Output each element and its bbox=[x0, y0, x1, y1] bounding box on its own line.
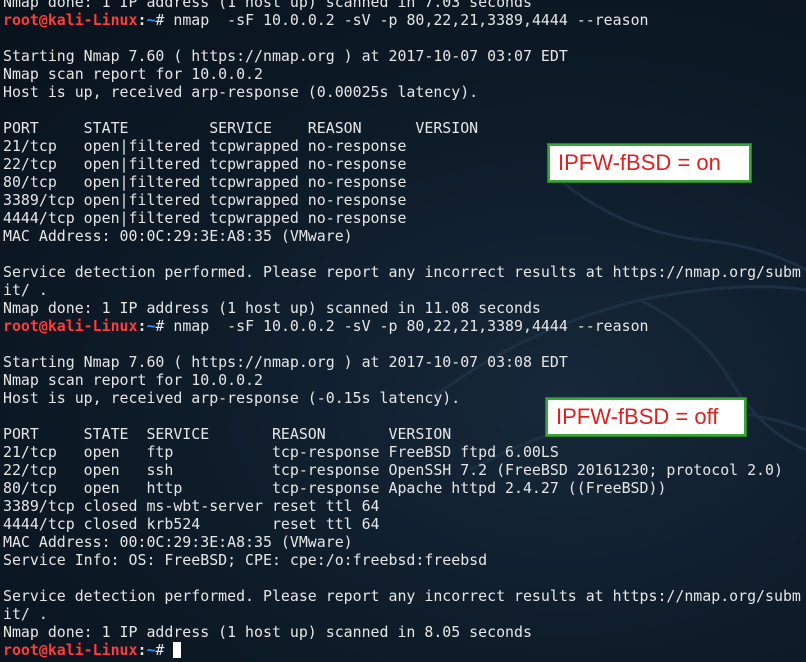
output-line: Starting Nmap 7.60 ( https://nmap.org ) … bbox=[3, 353, 568, 371]
output-line: it/ . bbox=[3, 605, 48, 623]
output-line: 21/tcp open ftp tcp-response FreeBSD ftp… bbox=[3, 443, 559, 461]
output-line: 4444/tcp open|filtered tcpwrapped no-res… bbox=[3, 209, 407, 227]
output-line: MAC Address: 00:0C:29:3E:A8:35 (VMware) bbox=[3, 533, 353, 551]
output-line: MAC Address: 00:0C:29:3E:A8:35 (VMware) bbox=[3, 227, 353, 245]
output-line: Nmap done: 1 IP address (1 host up) scan… bbox=[3, 0, 532, 11]
output-line: 22/tcp open ssh tcp-response OpenSSH 7.2… bbox=[3, 461, 783, 479]
text-cursor[interactable] bbox=[173, 642, 182, 658]
terminal-window[interactable]: Nmap done: 1 IP address (1 host up) scan… bbox=[0, 0, 806, 662]
command-text: nmap -sF 10.0.0.2 -sV -p 80,22,21,3389,4… bbox=[173, 317, 649, 335]
prompt-line: root@kali-Linux:~# nmap -sF 10.0.0.2 -sV… bbox=[3, 11, 806, 29]
command-text: nmap -sF 10.0.0.2 -sV -p 80,22,21,3389,4… bbox=[173, 11, 649, 29]
output-line: 3389/tcp closed ms-wbt-server reset ttl … bbox=[3, 497, 380, 515]
output-line: Service Info: OS: FreeBSD; CPE: cpe:/o:f… bbox=[3, 551, 488, 569]
output-line: Nmap done: 1 IP address (1 host up) scan… bbox=[3, 623, 532, 641]
prompt-symbol: # bbox=[155, 11, 174, 29]
output-line: 80/tcp open http tcp-response Apache htt… bbox=[3, 479, 667, 497]
terminal-output: Nmap done: 1 IP address (1 host up) scan… bbox=[3, 0, 806, 659]
prompt-user-host: root@kali-Linux bbox=[3, 641, 138, 659]
prompt-user-host: root@kali-Linux bbox=[3, 11, 138, 29]
output-line: 3389/tcp open|filtered tcpwrapped no-res… bbox=[3, 191, 407, 209]
output-line: Service detection performed. Please repo… bbox=[3, 587, 801, 605]
annotation-ipfw-on: IPFW-fBSD = on bbox=[548, 144, 751, 182]
output-line: it/ . bbox=[3, 281, 48, 299]
output-line: Nmap done: 1 IP address (1 host up) scan… bbox=[3, 299, 541, 317]
prompt-symbol: # bbox=[155, 641, 174, 659]
output-line: Starting Nmap 7.60 ( https://nmap.org ) … bbox=[3, 47, 568, 65]
output-line: 4444/tcp closed krb524 reset ttl 64 bbox=[3, 515, 380, 533]
output-line: Nmap scan report for 10.0.0.2 bbox=[3, 65, 263, 83]
output-line: PORT STATE SERVICE REASON VERSION bbox=[3, 119, 479, 137]
annotation-ipfw-off: IPFW-fBSD = off bbox=[546, 398, 746, 436]
prompt-user-host: root@kali-Linux bbox=[3, 317, 138, 335]
prompt-line: root@kali-Linux:~# nmap -sF 10.0.0.2 -sV… bbox=[3, 317, 806, 335]
output-line: Host is up, received arp-response (0.000… bbox=[3, 83, 479, 101]
prompt-line: root@kali-Linux:~# bbox=[3, 641, 806, 659]
output-line: Nmap scan report for 10.0.0.2 bbox=[3, 371, 263, 389]
prompt-symbol: # bbox=[155, 317, 174, 335]
output-line: Service detection performed. Please repo… bbox=[3, 263, 801, 281]
